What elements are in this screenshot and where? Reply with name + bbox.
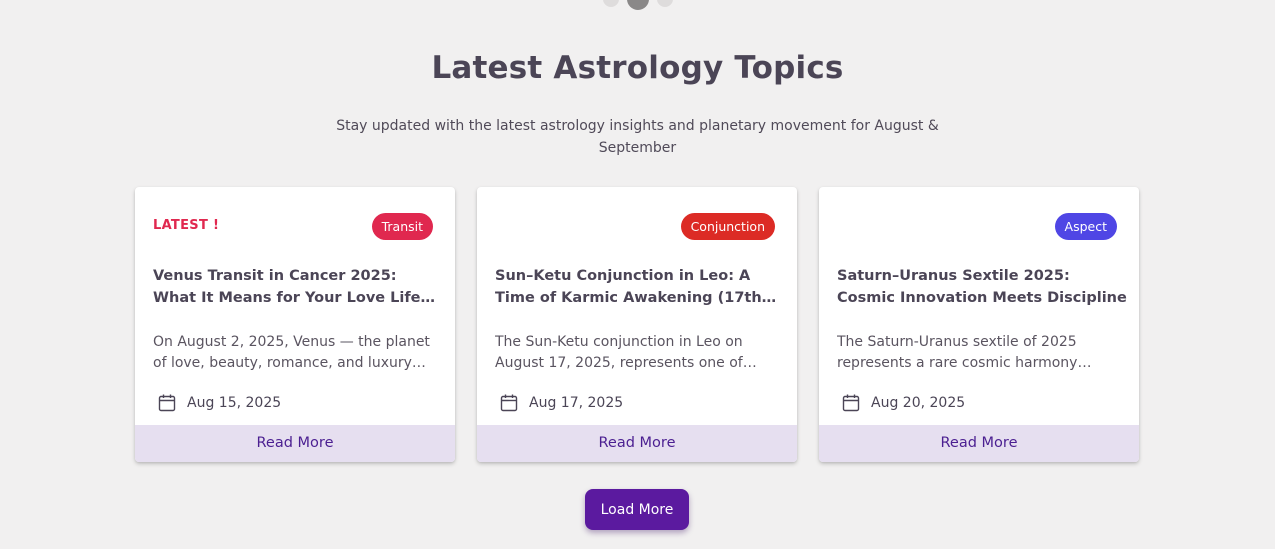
- carousel-dot[interactable]: [656, 0, 673, 7]
- category-badge[interactable]: Conjunction: [680, 213, 775, 240]
- section-title: Latest Astrology Topics: [431, 50, 844, 86]
- latest-topics-section: Latest Astrology Topics Stay updated wit…: [0, 0, 1275, 549]
- calendar-icon: [158, 394, 176, 412]
- topic-card[interactable]: LATEST ! Transit Venus Transit in Cancer…: [135, 187, 455, 462]
- card-header: Aspect: [837, 213, 1117, 241]
- card-excerpt: On August 2, 2025, Venus — the planet of…: [153, 334, 430, 371]
- read-more-button[interactable]: Read More: [819, 425, 1139, 462]
- date-text: Aug 20, 2025: [871, 395, 966, 411]
- section-subtitle: Stay updated with the latest astrology i…: [336, 118, 939, 156]
- latest-label: LATEST !: [153, 218, 220, 233]
- category-badge[interactable]: Aspect: [1054, 213, 1117, 240]
- carousel-dot[interactable]: [602, 0, 619, 7]
- card-title[interactable]: Saturn–Uranus Sextile 2025: Cosmic Innov…: [837, 265, 1127, 309]
- read-more-button[interactable]: Read More: [477, 425, 797, 462]
- card-title[interactable]: Sun–Ketu Conjunction in Leo: A Time of K…: [495, 265, 785, 309]
- card-date: Aug 17, 2025: [499, 393, 623, 413]
- topic-card[interactable]: Conjunction Sun–Ketu Conjunction in Leo:…: [477, 187, 797, 462]
- card-date: Aug 20, 2025: [841, 393, 965, 413]
- card-header: LATEST ! Transit: [153, 213, 433, 241]
- carousel-dot-active[interactable]: [626, 0, 649, 10]
- card-excerpt: The Saturn-Uranus sextile of 2025 repres…: [837, 334, 1078, 371]
- load-more-button[interactable]: Load More: [585, 489, 689, 530]
- card-excerpt: The Sun-Ketu conjunction in Leo on Augus…: [495, 334, 743, 371]
- carousel-dots: [602, 0, 673, 10]
- card-date: Aug 15, 2025: [157, 393, 281, 413]
- calendar-icon: [500, 394, 518, 412]
- calendar-icon: [842, 394, 860, 412]
- topic-cards: LATEST ! Transit Venus Transit in Cancer…: [135, 187, 1139, 462]
- read-more-button[interactable]: Read More: [135, 425, 455, 462]
- card-header: Conjunction: [495, 213, 775, 241]
- card-title[interactable]: Venus Transit in Cancer 2025: What It Me…: [153, 265, 443, 309]
- date-text: Aug 17, 2025: [529, 395, 624, 411]
- date-text: Aug 15, 2025: [187, 395, 282, 411]
- category-badge[interactable]: Transit: [371, 213, 433, 240]
- topic-card[interactable]: Aspect Saturn–Uranus Sextile 2025: Cosmi…: [819, 187, 1139, 462]
